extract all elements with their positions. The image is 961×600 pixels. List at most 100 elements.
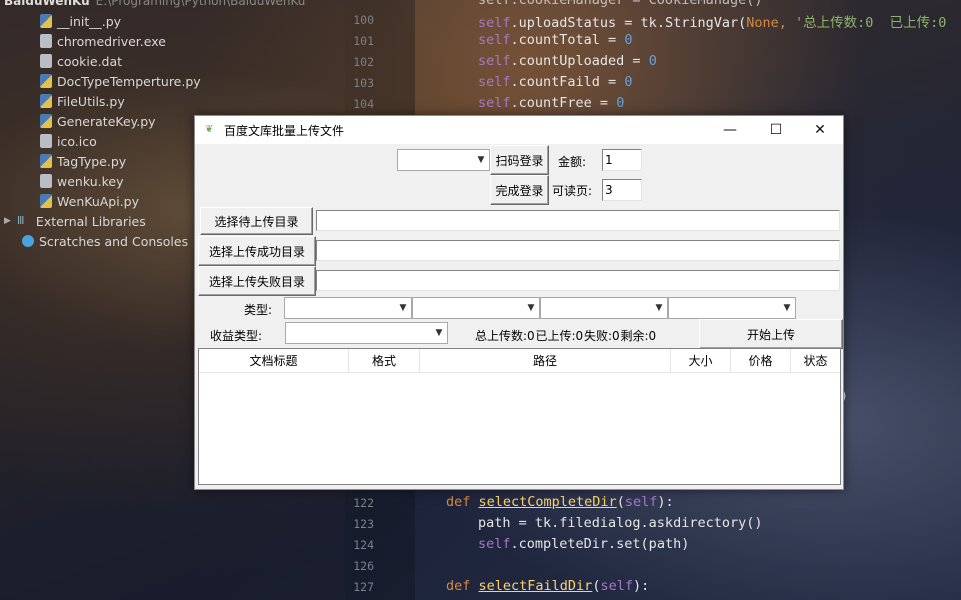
tree-item-label: GenerateKey.py	[57, 113, 156, 129]
tree-item[interactable]: chromedriver.exe	[40, 31, 166, 51]
code-self: self	[478, 32, 511, 48]
code-text: ):	[632, 578, 650, 594]
select-upload-dir-button[interactable]: 选择待上传目录	[200, 207, 313, 235]
code-text: (	[616, 494, 625, 510]
tree-item-label: FileUtils.py	[57, 93, 125, 109]
code-line-100: self.uploadStatus = tk.StringVar(None, '…	[478, 11, 961, 31]
tree-item[interactable]: wenku.key	[40, 171, 123, 191]
minimize-button[interactable]: —	[707, 116, 753, 144]
code-self: self	[600, 578, 633, 594]
chevron-down-icon[interactable]: ▼	[434, 328, 444, 338]
file-icon	[40, 54, 52, 68]
column-header-title[interactable]: 文档标题	[199, 349, 349, 373]
code-text: .uploadStatus = tk.StringVar(	[510, 15, 747, 31]
type-combobox-3[interactable]: ▼	[540, 297, 668, 319]
login-combobox[interactable]: ▼	[397, 149, 490, 171]
tree-item[interactable]: GenerateKey.py	[40, 111, 156, 131]
code-string: '总上传数:0 已上传:0 失	[795, 15, 961, 31]
tree-item[interactable]: ico.ico	[40, 131, 97, 151]
code-function-name: selectFaildDir	[478, 578, 593, 594]
amount-field[interactable]: 1	[602, 149, 642, 171]
chevron-down-icon[interactable]: ▼	[398, 303, 408, 313]
code-number: 0	[648, 53, 657, 69]
code-number: 0	[624, 74, 633, 90]
python-file-icon	[40, 94, 52, 108]
select-success-dir-button[interactable]: 选择上传成功目录	[198, 236, 316, 266]
chevron-right-icon[interactable]: ▶	[4, 216, 11, 226]
chevron-down-icon[interactable]: ▼	[782, 303, 792, 313]
tree-item[interactable]: FileUtils.py	[40, 91, 125, 111]
code-text: .countUploaded =	[510, 53, 649, 69]
login-combobox-value	[398, 153, 401, 167]
select-fail-dir-button[interactable]: 选择上传失败目录	[198, 266, 316, 296]
type-combobox-2[interactable]: ▼	[412, 297, 540, 319]
tree-item[interactable]: TagType.py	[40, 151, 126, 171]
column-header-status[interactable]: 状态	[791, 349, 840, 373]
code-self: self	[478, 53, 511, 69]
code-keyword: None	[746, 15, 779, 31]
window-titlebar[interactable]: ❦ 百度文库批量上传文件 — ☐ ✕	[195, 116, 843, 144]
file-table[interactable]: 文档标题 格式 路径 大小 价格 状态	[198, 348, 841, 485]
code-text: ,	[778, 15, 795, 31]
tree-item-external-libraries[interactable]: ▶ Ⅲ External Libraries	[4, 211, 146, 231]
line-number: 102	[353, 55, 374, 69]
success-dir-field[interactable]	[316, 240, 840, 261]
file-icon	[40, 174, 52, 188]
type-combobox-1[interactable]: ▼	[284, 297, 412, 319]
code-text: .completeDir.set(path)	[510, 536, 690, 552]
tree-item[interactable]: __init__.py	[40, 11, 121, 31]
close-button[interactable]: ✕	[797, 116, 843, 144]
column-header-format[interactable]: 格式	[349, 349, 420, 373]
python-file-icon	[40, 114, 52, 128]
python-file-icon	[40, 14, 52, 28]
code-line-104: self.countFree = 0	[478, 95, 624, 111]
revenue-type-combobox[interactable]: ▼	[285, 322, 448, 344]
tree-item-label: __init__.py	[57, 13, 122, 29]
type-combobox-4[interactable]: ▼	[668, 297, 796, 319]
column-header-path[interactable]: 路径	[420, 349, 671, 373]
scratch-icon	[22, 235, 34, 247]
upload-dir-field[interactable]	[316, 210, 840, 231]
readable-pages-field[interactable]: 3	[602, 179, 642, 201]
chevron-down-icon[interactable]: ▼	[526, 303, 536, 313]
tree-item-label: cookie.dat	[57, 53, 123, 69]
tk-feather-icon: ❦	[205, 124, 214, 135]
line-number: 103	[353, 76, 374, 90]
readable-pages-label: 可读页:	[552, 184, 593, 198]
maximize-button[interactable]: ☐	[753, 116, 799, 144]
upload-window: ❦ 百度文库批量上传文件 — ☐ ✕ ▼ 扫码登录 金额: 1 完成登录 可读页…	[194, 115, 844, 490]
scan-login-button[interactable]: 扫码登录	[490, 145, 549, 175]
tree-item[interactable]: DocTypeTemperture.py	[40, 71, 201, 91]
tree-item-label: External Libraries	[35, 213, 146, 229]
code-text: .countFaild =	[510, 74, 625, 90]
code-self: self	[478, 74, 511, 90]
column-header-size[interactable]: 大小	[671, 349, 731, 373]
tree-item[interactable]: cookie.dat	[40, 51, 122, 71]
fail-dir-field[interactable]	[316, 270, 840, 291]
python-file-icon	[40, 194, 52, 208]
code-self: self	[478, 15, 511, 31]
tree-item-scratches[interactable]: Scratches and Consoles	[22, 231, 188, 251]
code-line-127: def selectFaildDir(self):	[446, 578, 649, 594]
column-header-price[interactable]: 价格	[731, 349, 791, 373]
tree-item-label: wenku.key	[57, 173, 124, 189]
code-text: ):	[657, 494, 674, 510]
file-icon	[40, 134, 52, 148]
chevron-down-icon[interactable]: ▼	[476, 155, 486, 165]
tree-item-label: TagType.py	[57, 153, 127, 169]
finish-login-button[interactable]: 完成登录	[490, 175, 549, 205]
upload-status-text: 总上传数:0 已上传:0 失败:0 剩余:0	[475, 329, 657, 343]
code-function-name: selectCompleteDir	[478, 494, 617, 510]
type-label: 类型:	[244, 303, 273, 317]
code-line-102: self.countUploaded = 0	[478, 53, 657, 69]
file-icon	[40, 34, 52, 48]
line-number: 104	[353, 97, 374, 111]
code-keyword: def	[446, 494, 479, 510]
start-upload-button[interactable]: 开始上传	[699, 319, 843, 349]
chevron-down-icon[interactable]: ▼	[654, 303, 664, 313]
project-root-name: BaiduWenKu	[4, 0, 90, 8]
tree-item[interactable]: WenKuApi.py	[40, 191, 139, 211]
window-title: 百度文库批量上传文件	[224, 123, 345, 138]
code-self: self	[624, 494, 658, 510]
code-line-99: self.cookieManager = CookieManage()	[478, 0, 763, 8]
